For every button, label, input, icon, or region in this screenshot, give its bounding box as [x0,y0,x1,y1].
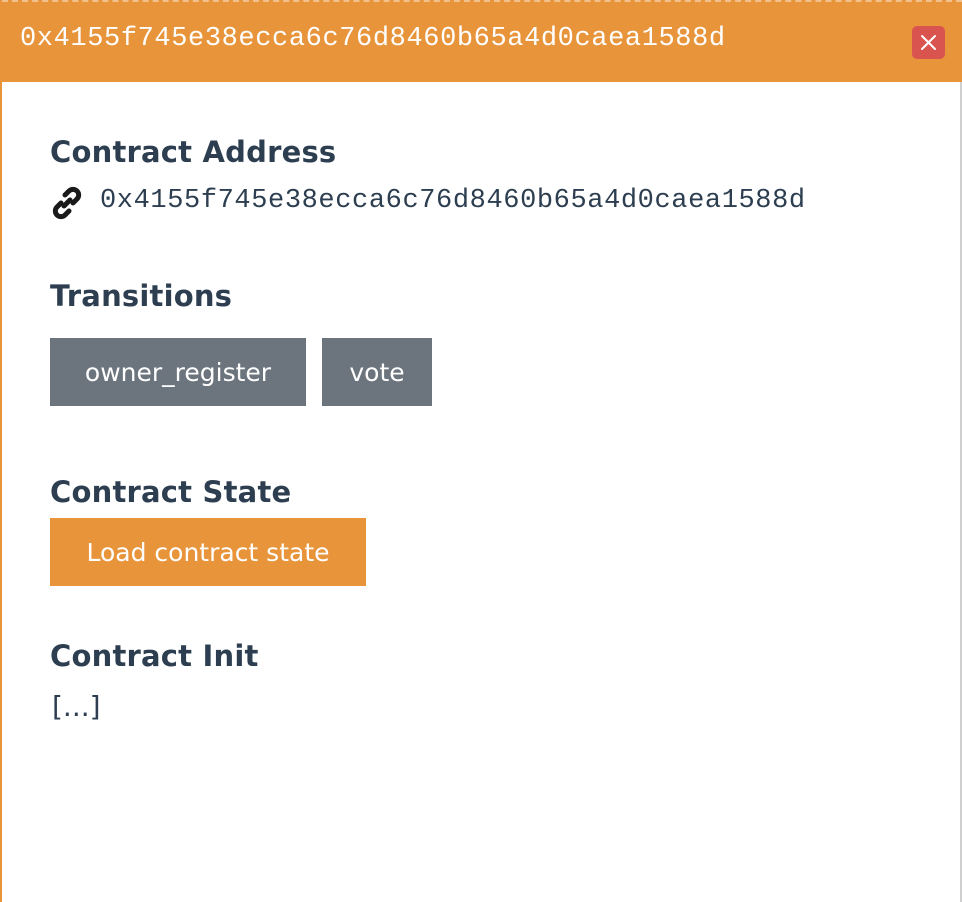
transition-owner-register-button[interactable]: owner_register [50,338,306,406]
link-icon [52,186,82,220]
header-title: 0x4155f745e38ecca6c76d8460b65a4d0caea158… [20,24,726,54]
transition-vote-button[interactable]: vote [322,338,432,406]
load-contract-state-button[interactable]: Load contract state [50,518,366,586]
contract-address-link[interactable]: 0x4155f745e38ecca6c76d8460b65a4d0caea158… [100,186,806,216]
panel-header: 0x4155f745e38ecca6c76d8460b65a4d0caea158… [2,0,962,82]
close-button[interactable] [912,26,945,59]
contract-state-heading: Contract State [50,475,292,509]
transitions-heading: Transitions [50,279,233,313]
contract-panel: 0x4155f745e38ecca6c76d8460b65a4d0caea158… [0,0,962,902]
contract-address-heading: Contract Address [50,135,337,169]
contract-init-heading: Contract Init [50,639,259,673]
contract-init-value[interactable]: [...] [52,690,101,723]
close-icon [921,35,936,50]
